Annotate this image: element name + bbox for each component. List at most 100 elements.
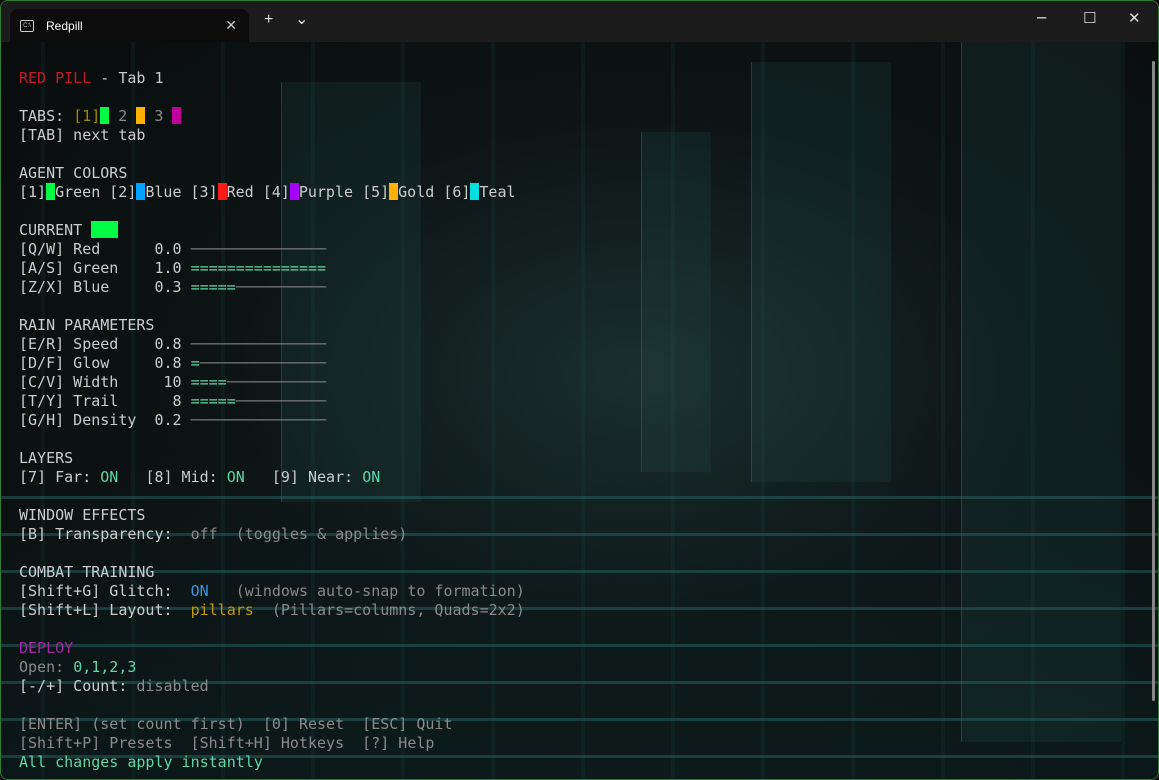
scrollbar[interactable] (1152, 61, 1155, 701)
tab-redpill[interactable]: C:\ Redpill ✕ (10, 9, 249, 42)
tabs-row: TABS: [1] 2 3 (19, 107, 525, 126)
agent-swatch-purple (290, 183, 299, 200)
agent-key-5[interactable]: [5] (362, 183, 389, 201)
slider-row[interactable]: [Q/W] Red 0.0 ─────────────── (19, 240, 525, 259)
tab-3[interactable]: 3 (145, 107, 172, 125)
slider-label: [C/V] Width (19, 373, 145, 391)
terminal-window: C:\ Redpill ✕ + ⌄ ─ ☐ ✕ RED PILL - Tab 1… (0, 0, 1159, 780)
slider-bar[interactable]: =====────────── (191, 392, 326, 410)
slider-bar[interactable]: ─────────────── (191, 335, 326, 353)
glitch-label: [Shift+G] Glitch: (19, 582, 191, 600)
transparency-label: [B] Transparency: (19, 525, 191, 543)
footer-keys-1: [ENTER] (set count first) [0] Reset [ESC… (19, 715, 525, 734)
slider-value: 0.3 (145, 278, 181, 296)
slider-label: [A/S] Green (19, 259, 145, 277)
slider-row[interactable]: [T/Y] Trail 8 =====────────── (19, 392, 525, 411)
agent-name-red: Red (227, 183, 254, 201)
agent-swatch-red (218, 183, 227, 200)
slider-fill: ==== (191, 373, 227, 391)
tab-title: Redpill (46, 19, 83, 33)
agent-key-4[interactable]: [4] (263, 183, 290, 201)
agent-colors-row: [1] Green [2] Blue [3] Red [4] Purple [5] Gol… (19, 183, 525, 202)
slider-row[interactable]: [C/V] Width 10 ====─────────── (19, 373, 525, 392)
slider-row[interactable]: [Z/X] Blue 0.3 =====────────── (19, 278, 525, 297)
tab-2[interactable]: 2 (109, 107, 136, 125)
tabs-label: TABS: (19, 107, 73, 125)
glitch-note: (windows auto-snap to formation) (209, 582, 525, 600)
slider-value: 8 (145, 392, 181, 410)
tab-close-icon[interactable]: ✕ (225, 17, 237, 34)
agent-colors-heading: AGENT COLORS (19, 164, 525, 183)
slider-label: [G/H] Density (19, 411, 145, 429)
close-button[interactable]: ✕ (1128, 9, 1141, 27)
layer-label[interactable]: [8] Mid: (145, 468, 226, 486)
count-value: disabled (136, 677, 208, 695)
slider-fill: =============== (191, 259, 326, 277)
slider-label: [Q/W] Red (19, 240, 145, 258)
layer-label[interactable]: [7] Far: (19, 468, 100, 486)
title-bar: C:\ Redpill ✕ + ⌄ ─ ☐ ✕ (1, 1, 1158, 42)
open-label: Open: (19, 658, 73, 676)
slider-bar[interactable]: ─────────────── (191, 240, 326, 258)
slider-track: ─────────────── (191, 240, 326, 258)
current-color-swatch (91, 221, 118, 238)
slider-bar[interactable]: ─────────────── (191, 411, 326, 429)
slider-row[interactable]: [G/H] Density 0.2 ─────────────── (19, 411, 525, 430)
agent-name-green: Green (55, 183, 100, 201)
count-label: [-/+] Count: (19, 677, 136, 695)
slider-fill: ===== (191, 392, 236, 410)
rain-heading: RAIN PARAMETERS (19, 316, 525, 335)
slider-row[interactable]: [A/S] Green 1.0 =============== (19, 259, 525, 278)
next-tab-hint: [TAB] next tab (19, 126, 525, 145)
layer-label[interactable]: [9] Near: (272, 468, 362, 486)
layout-toggle[interactable]: [Shift+L] Layout: pillars (Pillars=colum… (19, 601, 525, 620)
tab-dropdown-icon[interactable]: ⌄ (295, 9, 308, 29)
agent-key-2[interactable]: [2] (109, 183, 136, 201)
new-tab-button[interactable]: + (264, 11, 273, 29)
status-message: All changes apply instantly (19, 753, 525, 772)
slider-value: 0.8 (145, 354, 181, 372)
slider-bar[interactable]: ====─────────── (191, 373, 326, 391)
layers-row: [7] Far: ON [8] Mid: ON [9] Near: ON (19, 468, 525, 487)
agent-swatch-green (46, 183, 55, 200)
agent-key-1[interactable]: [1] (19, 183, 46, 201)
slider-track: ────────── (236, 392, 326, 410)
layer-state: ON (100, 468, 118, 486)
slider-row[interactable]: [D/F] Glow 0.8 =────────────── (19, 354, 525, 373)
current-heading: CURRENT (19, 221, 91, 239)
sep: - (91, 69, 118, 87)
glitch-toggle[interactable]: [Shift+G] Glitch: ON (windows auto-snap … (19, 582, 525, 601)
layer-gap (245, 468, 272, 486)
transparency-note: (toggles & applies) (218, 525, 408, 543)
agent-key-3[interactable]: [3] (191, 183, 218, 201)
transparency-toggle[interactable]: [B] Transparency: off (toggles & applies… (19, 525, 525, 544)
layout-state: pillars (191, 601, 254, 619)
current-sliders: [Q/W] Red 0.0 ───────────────[A/S] Green… (19, 240, 525, 297)
slider-fill: = (191, 354, 200, 372)
slider-value: 0.2 (145, 411, 181, 429)
glitch-state: ON (191, 582, 209, 600)
agent-name-blue: Blue (145, 183, 181, 201)
layout-label: [Shift+L] Layout: (19, 601, 191, 619)
app-name: RED PILL (19, 69, 91, 87)
slider-row[interactable]: [E/R] Speed 0.8 ─────────────── (19, 335, 525, 354)
agent-name-purple: Purple (299, 183, 353, 201)
slider-bar[interactable]: =============== (191, 259, 326, 277)
tab-label: Tab 1 (118, 69, 163, 87)
slider-value: 0.0 (145, 240, 181, 258)
agent-name-gold: Gold (398, 183, 434, 201)
slider-fill: ===== (191, 278, 236, 296)
slider-bar[interactable]: =====────────── (191, 278, 326, 296)
agent-key-6[interactable]: [6] (443, 183, 470, 201)
slider-value: 0.8 (145, 335, 181, 353)
agent-name-teal: Teal (479, 183, 515, 201)
tab-1[interactable]: [1] (73, 107, 100, 125)
minimize-button[interactable]: ─ (1037, 9, 1046, 27)
open-value: 0,1,2,3 (73, 658, 136, 676)
slider-bar[interactable]: =────────────── (191, 354, 326, 372)
layer-gap (118, 468, 145, 486)
layers-heading: LAYERS (19, 449, 525, 468)
layer-state: ON (227, 468, 245, 486)
slider-track: ─────────────── (191, 335, 326, 353)
maximize-button[interactable]: ☐ (1083, 9, 1096, 27)
